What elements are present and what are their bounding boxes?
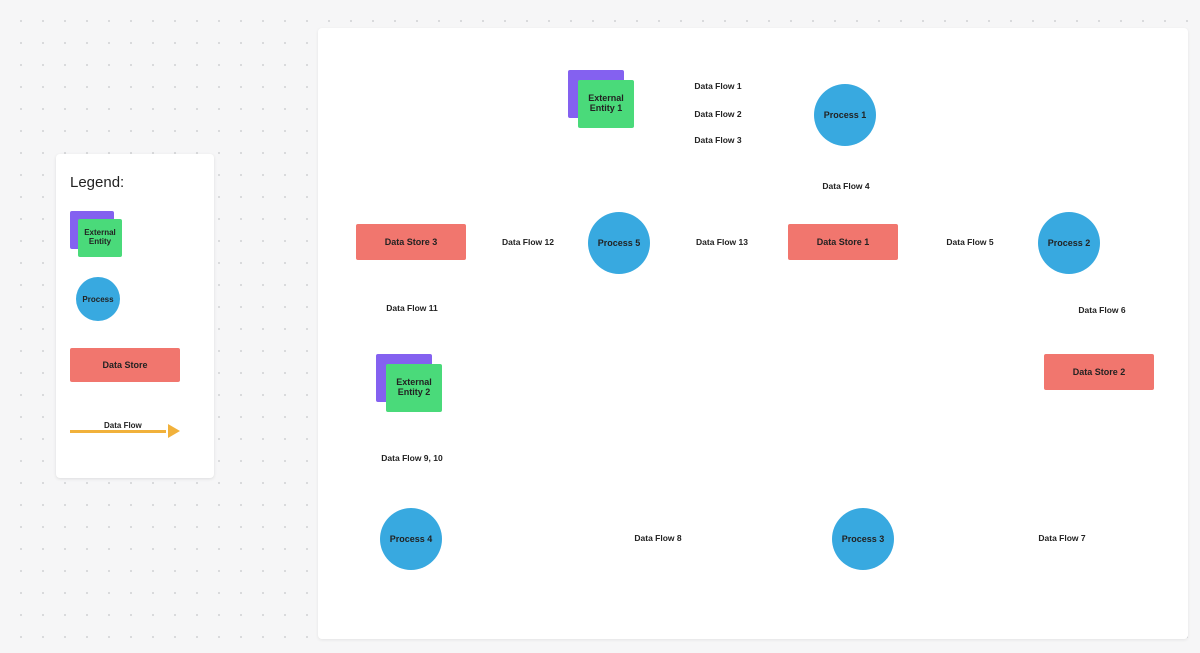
diagram-canvas[interactable]: Data Flow 1 Data Flow 2 Data Flow 3 Data…: [318, 28, 1188, 639]
flow-label-1: Data Flow 1: [691, 81, 744, 91]
legend-entity-row: External Entity: [70, 211, 200, 255]
node-process-5[interactable]: Process 5: [588, 212, 650, 274]
legend-panel: Legend: External Entity Process Data Sto…: [56, 154, 214, 478]
node-data-store-2[interactable]: Data Store 2: [1044, 354, 1154, 390]
flow-label-7: Data Flow 7: [1035, 533, 1088, 543]
legend-datastore-row: Data Store: [70, 343, 200, 387]
flow-label-3: Data Flow 3: [691, 135, 744, 145]
flow-label-12: Data Flow 12: [499, 237, 557, 247]
legend-flow-row: Data Flow: [70, 409, 200, 453]
flow-label-8: Data Flow 8: [631, 533, 684, 543]
arrow-icon: Data Flow: [70, 424, 180, 438]
node-process-3[interactable]: Process 3: [832, 508, 894, 570]
flow-label-13: Data Flow 13: [693, 237, 751, 247]
flow-label-4: Data Flow 4: [819, 181, 872, 191]
legend-title: Legend:: [70, 174, 200, 191]
process-icon: Process: [76, 277, 120, 321]
flow-label-9-10: Data Flow 9, 10: [378, 453, 445, 463]
datastore-icon: Data Store: [70, 348, 180, 382]
flow-label-11: Data Flow 11: [383, 303, 441, 313]
node-process-2[interactable]: Process 2: [1038, 212, 1100, 274]
node-data-store-1[interactable]: Data Store 1: [788, 224, 898, 260]
node-external-entity-2[interactable]: External Entity 2: [376, 354, 426, 398]
flow-label-6: Data Flow 6: [1075, 305, 1128, 315]
node-process-4[interactable]: Process 4: [380, 508, 442, 570]
node-process-1[interactable]: Process 1: [814, 84, 876, 146]
flow-label-2: Data Flow 2: [691, 109, 744, 119]
entity-icon: External Entity: [70, 211, 120, 255]
node-external-entity-1[interactable]: External Entity 1: [568, 70, 618, 114]
flow-label-5: Data Flow 5: [943, 237, 996, 247]
legend-process-row: Process: [70, 277, 200, 321]
node-data-store-3[interactable]: Data Store 3: [356, 224, 466, 260]
